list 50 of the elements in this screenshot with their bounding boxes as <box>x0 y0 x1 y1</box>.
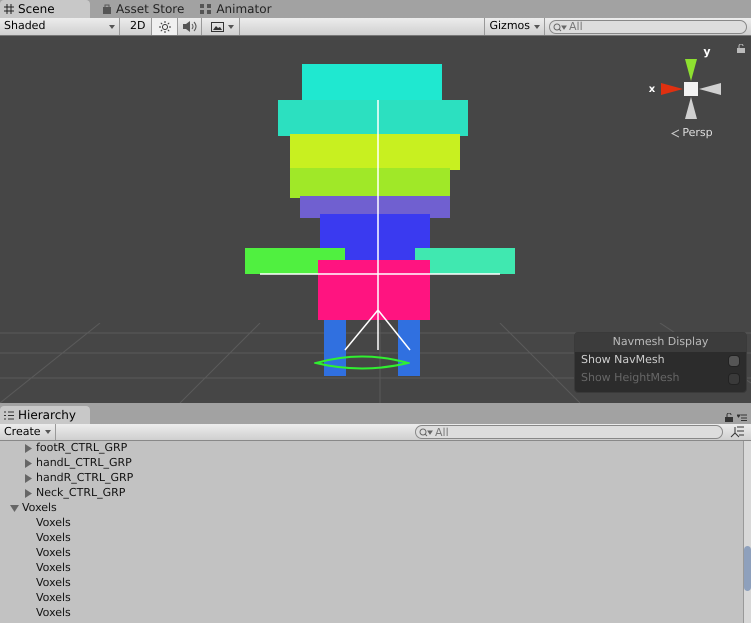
menu-icon[interactable] <box>737 414 747 421</box>
option-label: Show HeightMesh <box>581 370 680 386</box>
checkbox[interactable] <box>728 354 740 366</box>
panel-title: Navmesh Display <box>575 333 746 352</box>
search-icon <box>419 428 433 437</box>
scene-search-field[interactable]: All <box>549 20 747 34</box>
hierarchy-item[interactable]: handR_CTRL_GRP <box>36 470 134 487</box>
hierarchy-item[interactable]: handL_CTRL_GRP <box>36 455 132 472</box>
hierarchy-item[interactable]: footR_CTRL_GRP <box>36 441 128 457</box>
hierarchy-item[interactable]: Voxels <box>22 500 57 517</box>
gizmos-dropdown[interactable]: Gizmos <box>484 18 545 35</box>
scrollbar-thumb[interactable] <box>744 546 751 591</box>
hierarchy-item[interactable]: Voxels <box>36 605 71 622</box>
chevron-left-icon <box>671 128 680 138</box>
speaker-icon <box>182 21 197 32</box>
lock-icon[interactable] <box>725 413 733 422</box>
expand-arrow-icon[interactable] <box>10 504 19 513</box>
caret-icon <box>44 430 51 434</box>
lock-icon[interactable] <box>737 44 745 53</box>
sun-icon <box>158 20 171 32</box>
projection-label[interactable]: Persp <box>682 125 713 142</box>
axis-x-label: x <box>648 82 656 96</box>
hierarchy-item[interactable]: Voxels <box>36 575 71 592</box>
scrollbar[interactable] <box>743 441 751 623</box>
tab[interactable]: Animator <box>196 0 276 18</box>
image-icon <box>211 22 224 32</box>
hierarchy-item[interactable]: Voxels <box>36 545 71 562</box>
lighting-toggle[interactable] <box>152 18 178 35</box>
filter-icon[interactable] <box>729 426 745 438</box>
bag-icon <box>102 4 112 14</box>
axis-y-label: y <box>703 46 711 57</box>
hierarchy-search-field[interactable]: All <box>415 425 723 439</box>
tab[interactable]: Scene <box>0 0 90 18</box>
tab[interactable]: Hierarchy <box>0 406 90 424</box>
tab[interactable]: Asset Store <box>98 0 188 18</box>
hierarchy-item[interactable]: Neck_CTRL_GRP <box>36 485 126 502</box>
nodes-icon <box>200 4 212 14</box>
option-label: Show NavMesh <box>581 352 665 368</box>
create-dropdown[interactable]: Create <box>0 424 56 440</box>
hierarchy-item[interactable]: Voxels <box>36 560 71 577</box>
hierarchy-item[interactable]: Voxels <box>36 515 71 532</box>
shading-dropdown[interactable]: Shaded <box>0 18 120 35</box>
caret-icon <box>109 24 115 28</box>
list-icon <box>4 410 14 420</box>
hierarchy-item[interactable]: Voxels <box>36 590 71 607</box>
caret-icon <box>228 24 234 28</box>
hierarchy-item[interactable]: Voxels <box>36 530 71 547</box>
search-icon <box>553 22 567 32</box>
caret-icon <box>534 24 540 28</box>
grid-icon <box>4 4 14 14</box>
